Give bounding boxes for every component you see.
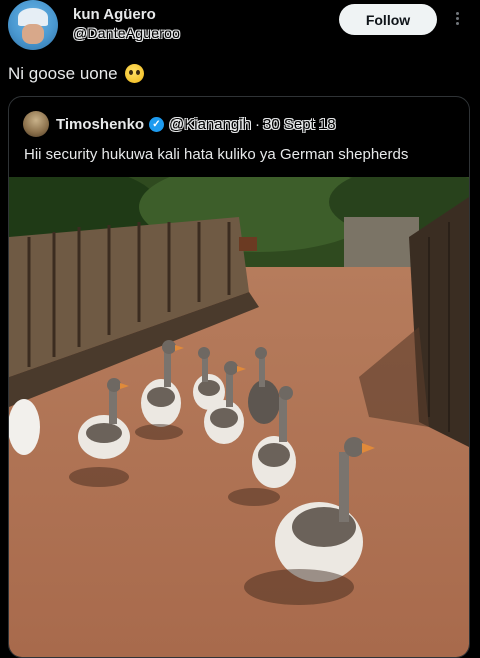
- pleading-face-icon: [125, 64, 145, 83]
- dot-separator: ·: [255, 116, 260, 133]
- quoted-date[interactable]: 30 Sept 18: [263, 116, 336, 133]
- follow-button[interactable]: Follow: [339, 4, 437, 35]
- verified-icon: ✓: [149, 117, 164, 132]
- quoted-handle[interactable]: @Kianangih: [169, 116, 251, 133]
- quoted-text: Hii security hukuwa kali hata kuliko ya …: [24, 146, 409, 163]
- quoted-tweet-card[interactable]: Timoshenko ✓ @Kianangih · 30 Sept 18 Hii…: [8, 96, 470, 658]
- quoted-display-name[interactable]: Timoshenko: [56, 116, 144, 133]
- post-header: kun Agüero @DanteAgueroo Follow: [0, 0, 480, 55]
- tweet-text: Ni goose uone: [8, 64, 145, 84]
- geese-photo[interactable]: [9, 177, 469, 657]
- user-handle[interactable]: @DanteAgueroo: [73, 25, 180, 41]
- tweet-text-content: Ni goose uone: [8, 64, 118, 83]
- quoted-avatar[interactable]: [23, 111, 49, 137]
- display-name[interactable]: kun Agüero: [73, 6, 156, 23]
- avatar-face: [22, 24, 44, 44]
- avatar[interactable]: [8, 0, 58, 50]
- more-icon[interactable]: [452, 10, 462, 30]
